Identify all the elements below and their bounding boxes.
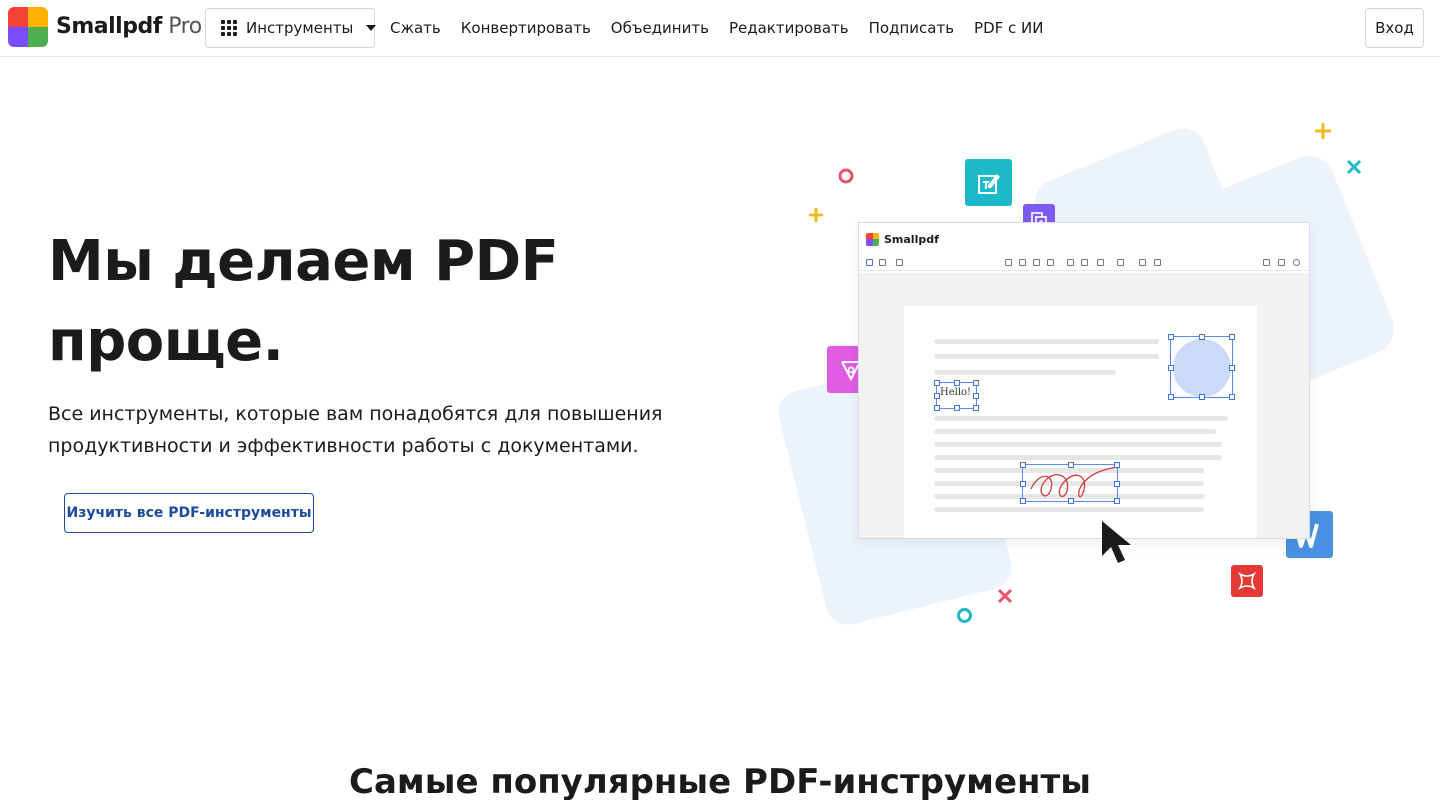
mouse-pointer-icon: [1102, 521, 1131, 563]
toolbar-icon: [1005, 259, 1012, 266]
hero-illustration: Smallpdf Hello!: [773, 110, 1402, 640]
toolbar-icon: [1067, 259, 1074, 266]
document-canvas: Hello!: [859, 273, 1309, 538]
nav-compress[interactable]: Сжать: [380, 19, 451, 37]
ring-decoration-icon: [838, 168, 854, 184]
app-name: Smallpdf: [884, 232, 939, 246]
cross-decoration-icon: [1346, 159, 1362, 175]
grid-icon: [221, 20, 237, 36]
explore-tools-button[interactable]: Изучить все PDF-инструменты: [64, 493, 314, 533]
app-toolbar: [859, 255, 1309, 271]
app-window-mockup: Smallpdf Hello!: [858, 222, 1310, 539]
search-icon: [1293, 259, 1300, 266]
toolbar-icon: [1081, 259, 1088, 266]
nav-ai-pdf[interactable]: PDF с ИИ: [964, 19, 1053, 37]
smallpdf-logo-icon[interactable]: [8, 7, 48, 47]
document-page: Hello!: [904, 306, 1257, 538]
toolbar-icon: [1047, 259, 1054, 266]
toolbar-icon: [1033, 259, 1040, 266]
signature-annotation: [1020, 462, 1120, 504]
toolbar-icon: [879, 259, 886, 266]
ring-decoration-icon: [957, 608, 972, 623]
main-nav: Сжать Конвертировать Объединить Редактир…: [380, 0, 1054, 56]
toolbar-icon: [1139, 259, 1146, 266]
shape-badge-icon: [1231, 565, 1263, 597]
toolbar-icon: [896, 259, 903, 266]
caret-down-icon: [366, 25, 377, 31]
section-title: Самые популярные PDF-инструменты: [349, 762, 1091, 800]
toolbar-icon: [1097, 259, 1104, 266]
plus-decoration-icon: [809, 208, 823, 222]
toolbar-icon: [866, 259, 873, 266]
text-annotation: Hello!: [934, 380, 979, 411]
toolbar-icon: [1154, 259, 1161, 266]
edit-pdf-badge-icon: [965, 159, 1012, 206]
nav-merge[interactable]: Объединить: [601, 19, 719, 37]
toolbar-icon: [1117, 259, 1124, 266]
tools-menu-button[interactable]: Инструменты: [205, 8, 377, 48]
toolbar-icon: [1263, 259, 1270, 266]
brand-name[interactable]: Smallpdf Pro: [56, 14, 202, 39]
hero-subtitle: Все инструменты, которые вам понадобятся…: [48, 403, 663, 457]
circle-annotation: [1168, 334, 1235, 400]
cross-decoration-icon: [997, 588, 1013, 604]
nav-sign[interactable]: Подписать: [859, 19, 964, 37]
smallpdf-logo-icon: [866, 232, 879, 246]
toolbar-icon: [1278, 259, 1285, 266]
tools-menu-label: Инструменты: [246, 19, 354, 37]
top-header: Smallpdf Pro Инструменты Сжать Конвертир…: [0, 0, 1440, 57]
login-button[interactable]: Вход: [1365, 8, 1424, 48]
hero-title: Мы делаем PDF проще.: [48, 229, 559, 374]
nav-edit[interactable]: Редактировать: [719, 19, 859, 37]
hello-text: Hello!: [940, 387, 972, 398]
plus-decoration-icon: [1315, 123, 1331, 139]
nav-convert[interactable]: Конвертировать: [451, 19, 601, 37]
toolbar-icon: [1019, 259, 1026, 266]
